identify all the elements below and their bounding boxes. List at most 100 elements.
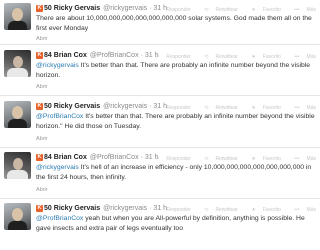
- ellipsis-icon: •••: [294, 105, 300, 111]
- open-link[interactable]: Abrir: [36, 84, 48, 90]
- user-name[interactable]: Brian Cox: [54, 52, 87, 59]
- tweet[interactable]: K 50 Ricky Gervais @rickygervais · 31 h ↩ Res…: [0, 203, 320, 249]
- reply-icon: ↩: [155, 156, 160, 162]
- mention-link[interactable]: @rickygervais: [36, 164, 79, 171]
- user-handle[interactable]: @rickygervais: [103, 205, 147, 212]
- tweet-actions: ↩ Responder ⟲ Retwittear ★ Favorito ••• Más: [143, 156, 316, 162]
- reply-icon: ↩: [155, 105, 160, 111]
- retweet-button[interactable]: ⟲ Retwittear: [198, 105, 238, 111]
- retweet-button[interactable]: ⟲ Retwittear: [198, 7, 238, 13]
- user-rank: 50: [43, 5, 52, 12]
- reply-label: Responder: [166, 54, 191, 60]
- user-name[interactable]: Brian Cox: [54, 154, 87, 161]
- tweet-header: K 84 Brian Cox @ProfBrianCox · 31 h: [36, 152, 158, 163]
- tweet-actions: ↩ Responder ⟲ Retwittear ★ Favorito ••• Más: [143, 7, 316, 13]
- open-link[interactable]: Abrir: [36, 36, 48, 42]
- klout-badge-icon: K: [36, 103, 43, 110]
- tweet-text: @rickygervais It's hell of an increase i…: [36, 163, 318, 182]
- tweet-actions: ↩ Responder ⟲ Retwittear ★ Favorito ••• Más: [143, 207, 316, 213]
- avatar-face: [13, 158, 23, 170]
- ellipsis-icon: •••: [294, 156, 300, 162]
- more-label: Más: [306, 7, 316, 13]
- retweet-label: Retwittear: [215, 207, 238, 213]
- favorite-label: Favorito: [262, 54, 281, 60]
- more-button[interactable]: ••• Más: [288, 207, 316, 213]
- avatar[interactable]: [4, 101, 31, 128]
- tweet-header: K 84 Brian Cox @ProfBrianCox · 31 h: [36, 50, 158, 61]
- retweet-button[interactable]: ⟲ Retwittear: [198, 156, 238, 162]
- reply-button[interactable]: ↩ Responder: [149, 207, 191, 213]
- tweet-text: There are about 10,000,000,000,000,000,0…: [36, 14, 318, 33]
- more-button[interactable]: ••• Más: [288, 7, 316, 13]
- favorite-button[interactable]: ★ Favorito: [245, 7, 281, 13]
- star-icon: ★: [251, 207, 256, 213]
- tweet[interactable]: K 84 Brian Cox @ProfBrianCox · 31 h ↩ Respond…: [0, 50, 320, 96]
- reply-button[interactable]: ↩ Responder: [149, 105, 191, 111]
- avatar[interactable]: [4, 152, 31, 179]
- avatar[interactable]: [4, 203, 31, 230]
- retweet-icon: ⟲: [204, 54, 209, 60]
- user-name[interactable]: Ricky Gervais: [54, 5, 100, 12]
- user-handle[interactable]: @rickygervais: [103, 103, 147, 110]
- retweet-label: Retwittear: [215, 7, 238, 13]
- user-handle[interactable]: @rickygervais: [103, 5, 147, 12]
- reply-icon: ↩: [155, 7, 160, 13]
- tweet[interactable]: K 50 Ricky Gervais @rickygervais · 31 h ↩ Res…: [0, 3, 320, 45]
- more-button[interactable]: ••• Más: [288, 54, 316, 60]
- user-handle[interactable]: @ProfBrianCox: [90, 154, 139, 161]
- reply-icon: ↩: [155, 54, 160, 60]
- user-name[interactable]: Ricky Gervais: [54, 103, 100, 110]
- mention-link[interactable]: @ProfBrianCox: [36, 113, 83, 120]
- more-button[interactable]: ••• Más: [288, 105, 316, 111]
- more-label: Más: [306, 105, 316, 111]
- open-link[interactable]: Abrir: [36, 187, 48, 193]
- tweet[interactable]: K 84 Brian Cox @ProfBrianCox · 31 h ↩ Respond…: [0, 152, 320, 199]
- retweet-label: Retwittear: [215, 105, 238, 111]
- favorite-button[interactable]: ★ Favorito: [245, 207, 281, 213]
- more-label: Más: [306, 54, 316, 60]
- klout-badge-icon: K: [36, 205, 43, 212]
- star-icon: ★: [251, 54, 256, 60]
- avatar[interactable]: [4, 50, 31, 77]
- reply-label: Responder: [166, 7, 191, 13]
- favorite-button[interactable]: ★ Favorito: [245, 54, 281, 60]
- avatar-body: [8, 119, 27, 128]
- avatar-face: [12, 208, 23, 221]
- tweet-text: @rickygervais It's better than that. The…: [36, 61, 318, 80]
- reply-button[interactable]: ↩ Responder: [149, 54, 191, 60]
- retweet-button[interactable]: ⟲ Retwittear: [198, 207, 238, 213]
- favorite-label: Favorito: [262, 7, 281, 13]
- more-label: Más: [306, 207, 316, 213]
- reply-label: Responder: [166, 156, 191, 162]
- user-rank: 84: [43, 154, 52, 161]
- reply-icon: ↩: [155, 207, 160, 213]
- mention-link[interactable]: @rickygervais: [36, 62, 79, 69]
- ellipsis-icon: •••: [294, 7, 300, 13]
- favorite-label: Favorito: [262, 105, 281, 111]
- reply-label: Responder: [166, 105, 191, 111]
- avatar-body: [7, 68, 28, 77]
- klout-badge-icon: K: [36, 5, 43, 12]
- star-icon: ★: [251, 7, 256, 13]
- more-button[interactable]: ••• Más: [288, 156, 316, 162]
- retweet-button[interactable]: ⟲ Retwittear: [198, 54, 238, 60]
- user-handle[interactable]: @ProfBrianCox: [90, 52, 139, 59]
- mention-link[interactable]: @ProfBrianCox: [36, 215, 83, 222]
- ellipsis-icon: •••: [294, 54, 300, 60]
- favorite-button[interactable]: ★ Favorito: [245, 105, 281, 111]
- user-name[interactable]: Ricky Gervais: [54, 205, 100, 212]
- avatar[interactable]: [4, 3, 31, 30]
- reply-button[interactable]: ↩ Responder: [149, 7, 191, 13]
- retweet-icon: ⟲: [204, 105, 209, 111]
- avatar-face: [12, 8, 23, 21]
- reply-button[interactable]: ↩ Responder: [149, 156, 191, 162]
- star-icon: ★: [251, 156, 256, 162]
- tweet[interactable]: K 50 Ricky Gervais @rickygervais · 31 h ↩ Res…: [0, 101, 320, 148]
- tweet-actions: ↩ Responder ⟲ Retwittear ★ Favorito ••• Más: [143, 54, 316, 60]
- open-link[interactable]: Abrir: [36, 136, 48, 142]
- user-rank: 50: [43, 103, 52, 110]
- retweet-label: Retwittear: [215, 156, 238, 162]
- favorite-button[interactable]: ★ Favorito: [245, 156, 281, 162]
- star-icon: ★: [251, 105, 256, 111]
- avatar-body: [8, 221, 27, 230]
